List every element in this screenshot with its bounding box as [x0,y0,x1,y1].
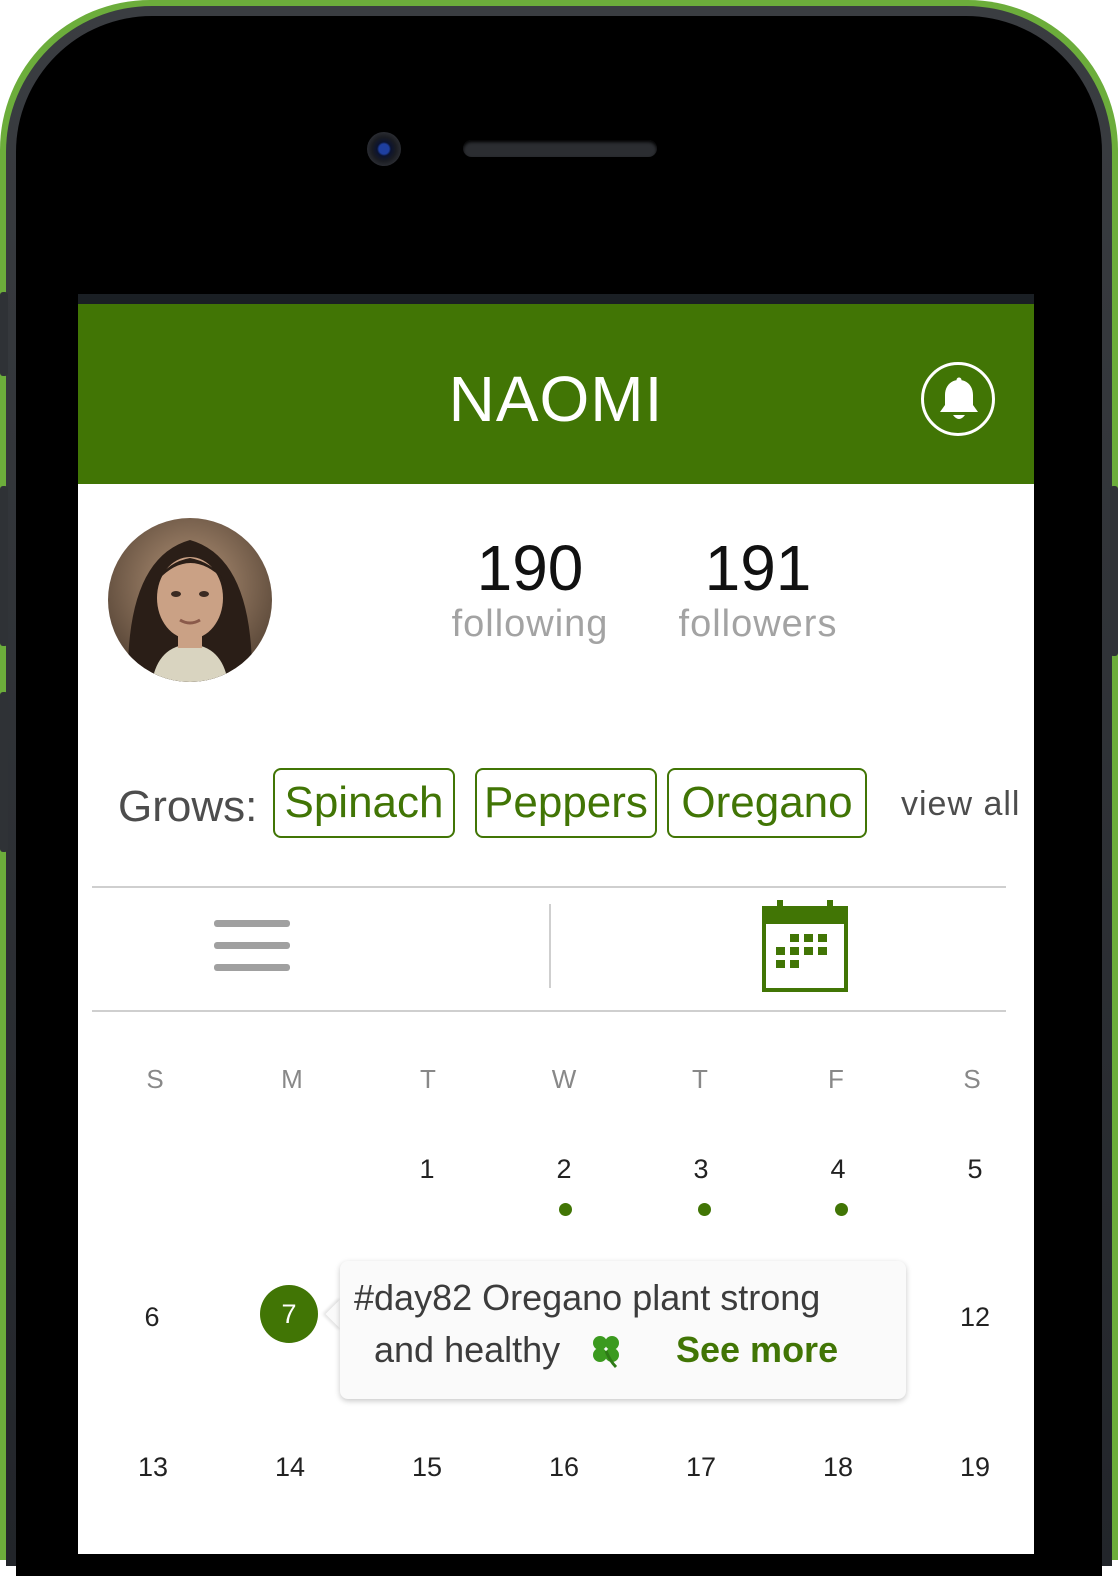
calendar-day-selected[interactable]: 7 [260,1285,318,1343]
list-icon [214,942,290,949]
divider [92,886,1006,888]
post-preview-popup[interactable]: #day82 Oregano plant strong and healthy … [340,1261,906,1399]
following-count: 190 [476,532,584,604]
post-indicator-dot [698,1203,711,1216]
post-indicator-dot [835,1203,848,1216]
followers-label: followers [678,603,838,645]
calendar-day[interactable]: 19 [945,1452,1005,1483]
followers-count: 191 [704,532,812,604]
divider [92,1010,1006,1012]
calendar-day[interactable]: 4 [808,1154,868,1185]
calendar-day[interactable]: 5 [945,1154,1005,1185]
app-header: NAOMI [78,304,1034,484]
grow-chip-spinach[interactable]: Spinach [273,768,455,838]
front-camera [367,132,401,166]
phone-side-button [0,692,8,852]
weekday-label: S [963,1064,981,1094]
phone-side-button [0,292,8,376]
calendar-day[interactable]: 14 [260,1452,320,1483]
calendar-day[interactable]: 6 [122,1302,182,1333]
list-icon [214,920,290,927]
weekday-label: M [281,1064,303,1094]
calendar-day[interactable]: 12 [945,1302,1005,1333]
calendar-view-button[interactable] [762,900,848,992]
avatar[interactable] [108,518,272,682]
following-stat[interactable]: 190 following [430,534,630,646]
divider [549,904,551,988]
calendar-day[interactable]: 13 [123,1452,183,1483]
post-preview-text: #day82 Oregano plant strong [354,1277,821,1318]
four-leaf-clover-icon [593,1336,619,1369]
grow-chip-peppers[interactable]: Peppers [475,768,657,838]
profile-photo [108,518,272,682]
weekday-label: W [551,1064,577,1094]
list-view-button[interactable] [214,916,292,976]
weekday-label: S [146,1064,164,1094]
app-screen: NAOMI 190 following 191 followers Grows:… [78,294,1034,1554]
following-label: following [451,603,609,645]
weekday-label: T [420,1064,436,1094]
weekday-label: T [692,1064,708,1094]
status-bar [78,294,1034,304]
page-title: NAOMI [448,363,664,435]
see-more-link[interactable]: See more [676,1329,838,1371]
earpiece-speaker [463,140,657,157]
calendar-day[interactable]: 17 [671,1452,731,1483]
calendar-day[interactable]: 2 [534,1154,594,1185]
calendar-day[interactable]: 1 [397,1154,457,1185]
grows-label: Grows: [118,782,258,831]
phone-side-button [0,486,8,646]
notifications-button[interactable] [921,362,995,436]
calendar-icon [762,900,848,992]
calendar-day[interactable]: 3 [671,1154,731,1185]
phone-side-button [1110,486,1118,656]
followers-stat[interactable]: 191 followers [658,534,858,646]
bell-icon [940,377,978,419]
post-indicator-dot [559,1203,572,1216]
post-preview-text: and healthy [374,1329,561,1370]
view-all-link[interactable]: view all [901,785,1020,824]
calendar-day[interactable]: 18 [808,1452,868,1483]
list-icon [214,964,290,971]
weekday-label: F [828,1064,844,1094]
grow-chip-oregano[interactable]: Oregano [667,768,867,838]
calendar-day[interactable]: 16 [534,1452,594,1483]
calendar-day[interactable]: 15 [397,1452,457,1483]
